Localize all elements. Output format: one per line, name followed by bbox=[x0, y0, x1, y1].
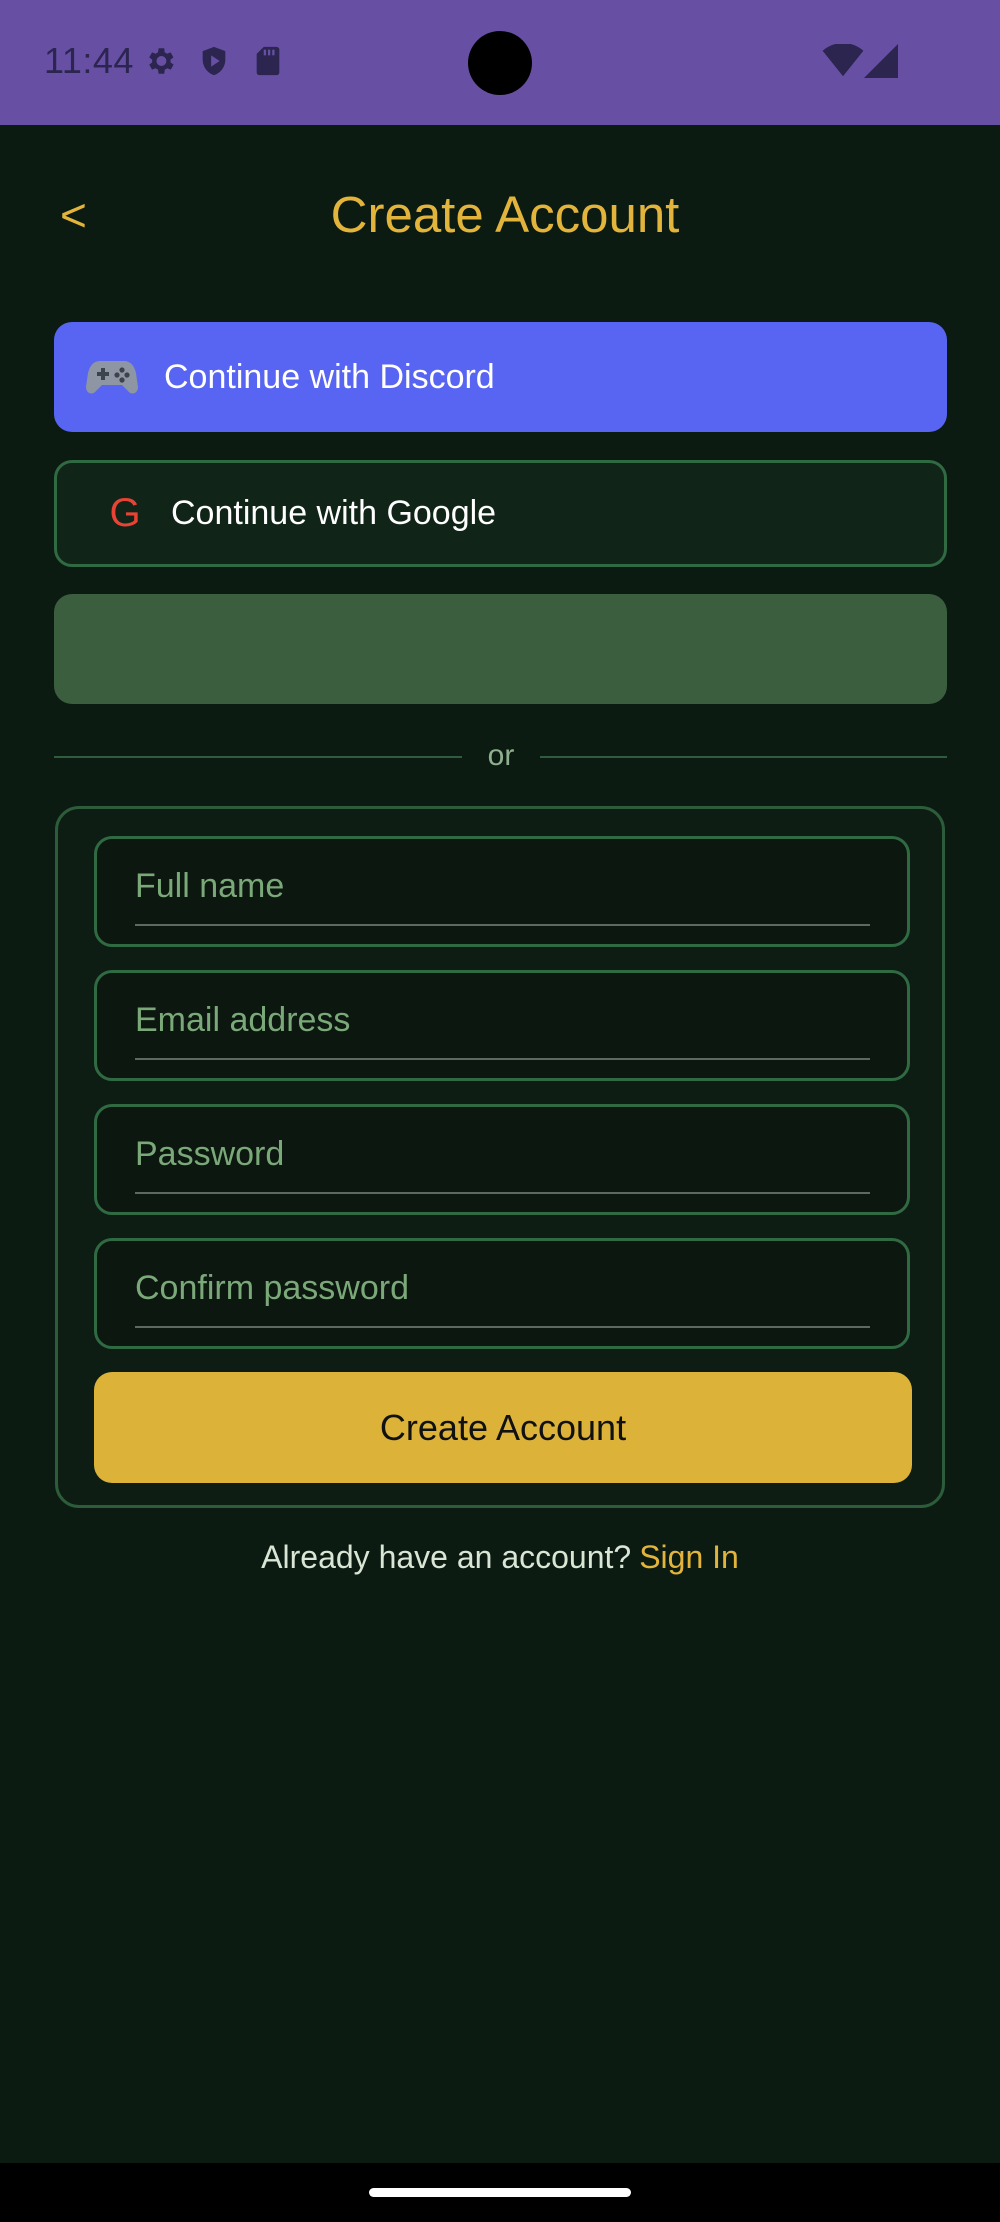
continue-with-google-button[interactable]: G Continue with Google bbox=[54, 460, 947, 567]
front-camera bbox=[468, 31, 532, 95]
field-underline bbox=[135, 1326, 870, 1328]
status-time: 11:44 bbox=[44, 40, 134, 81]
create-account-button[interactable]: Create Account bbox=[94, 1372, 912, 1483]
password-field[interactable] bbox=[94, 1104, 910, 1215]
divider-text: or bbox=[487, 739, 515, 772]
sign-in-row: Already have an account? Sign In bbox=[0, 1535, 1000, 1579]
signup-form: Create Account bbox=[55, 806, 945, 1508]
email-field[interactable] bbox=[94, 970, 910, 1081]
field-underline bbox=[135, 1192, 870, 1194]
gear-icon bbox=[149, 48, 174, 74]
page-title: Create Account bbox=[330, 186, 680, 243]
sd-card-icon bbox=[256, 46, 280, 76]
cellular-icon bbox=[864, 44, 898, 78]
navigation-bar bbox=[0, 2163, 1000, 2222]
wifi-icon bbox=[822, 44, 864, 77]
sign-in-prompt: Already have an account? bbox=[261, 1539, 632, 1575]
sign-in-link[interactable]: Sign In bbox=[639, 1539, 739, 1575]
divider-line-left bbox=[54, 756, 462, 758]
email-input[interactable] bbox=[135, 991, 870, 1049]
password-input[interactable] bbox=[135, 1125, 870, 1183]
full-name-field[interactable] bbox=[94, 836, 910, 947]
game-controller-icon bbox=[86, 361, 138, 394]
field-underline bbox=[135, 924, 870, 926]
field-underline bbox=[135, 1058, 870, 1060]
continue-with-discord-button[interactable]: Continue with Discord bbox=[54, 322, 947, 432]
shield-icon bbox=[202, 46, 226, 76]
full-name-input[interactable] bbox=[135, 857, 870, 915]
discord-button-label: Continue with Discord bbox=[164, 357, 495, 396]
home-gesture-handle[interactable] bbox=[369, 2188, 631, 2197]
header: < Create Account bbox=[0, 125, 1000, 305]
or-divider: or bbox=[54, 740, 947, 772]
google-button-label: Continue with Google bbox=[171, 494, 497, 532]
additional-sign-in-button[interactable] bbox=[54, 594, 947, 704]
status-bar: 11:44 bbox=[0, 0, 1000, 125]
confirm-password-input[interactable] bbox=[135, 1259, 870, 1317]
google-icon: G bbox=[109, 491, 141, 535]
confirm-password-field[interactable] bbox=[94, 1238, 910, 1349]
divider-line-right bbox=[540, 756, 947, 758]
